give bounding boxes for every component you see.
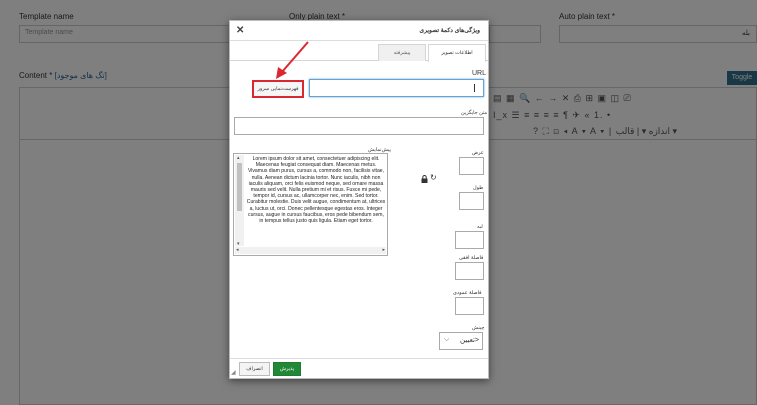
image-preview: ▴ ▾ Lorem ipsum dolor sit amet, consecte… — [233, 153, 388, 256]
url-label: URL — [472, 70, 487, 77]
scroll-left-icon[interactable]: ◂ — [236, 247, 239, 253]
alt-text-label: متن جایگزین — [461, 110, 488, 116]
align-select[interactable]: <تعیین ⌵ — [439, 332, 483, 350]
width-label: عرض — [472, 150, 484, 156]
preview-horizontal-scrollbar[interactable]: ◂ ▸ — [235, 247, 386, 254]
tab-image-info[interactable]: اطلاعات تصویر — [428, 44, 486, 62]
scroll-right-icon[interactable]: ▸ — [382, 247, 385, 253]
height-input[interactable] — [459, 192, 484, 210]
tab-advanced[interactable]: پیشرفته — [378, 44, 426, 61]
lock-ratio-icon[interactable] — [421, 175, 428, 185]
align-label: چینش — [472, 325, 485, 331]
dialog-title: ویژگی‌های دکمهٔ تصویری — [419, 28, 480, 34]
vspace-input[interactable] — [455, 297, 484, 315]
align-select-value: <تعیین — [460, 337, 479, 344]
reset-size-icon[interactable]: ↻ — [430, 173, 437, 182]
height-label: طول — [473, 185, 484, 191]
scrollbar-thumb[interactable] — [237, 163, 242, 211]
border-label: لبه — [477, 224, 483, 230]
text-caret — [474, 84, 475, 92]
preview-text: Lorem ipsum dolor sit amet, consectetuer… — [246, 156, 386, 225]
browse-server-button[interactable]: فهرست‌نمایی سرور — [252, 80, 304, 98]
cancel-button[interactable]: انصراف — [239, 362, 270, 376]
vspace-label: فاصلهٔ عمودی — [453, 290, 482, 296]
url-input[interactable] — [309, 79, 484, 97]
alt-text-input[interactable] — [234, 117, 484, 135]
dialog-title-bar: ✕ ویژگی‌های دکمهٔ تصویری — [230, 21, 488, 41]
hspace-label: فاصلهٔ افقی — [459, 255, 484, 261]
red-arrow-annotation — [276, 41, 309, 79]
resize-handle-icon[interactable]: ◢ — [231, 369, 236, 376]
scroll-up-icon[interactable]: ▴ — [237, 155, 240, 161]
close-icon[interactable]: ✕ — [236, 25, 244, 36]
ok-button[interactable]: پذیرش — [273, 362, 301, 376]
width-input[interactable] — [459, 157, 484, 175]
hspace-input[interactable] — [455, 262, 484, 280]
border-input[interactable] — [455, 231, 484, 249]
preview-vertical-scrollbar[interactable]: ▴ ▾ — [235, 155, 244, 247]
chevron-down-icon: ⌵ — [444, 336, 450, 343]
lock-icon — [421, 175, 428, 183]
